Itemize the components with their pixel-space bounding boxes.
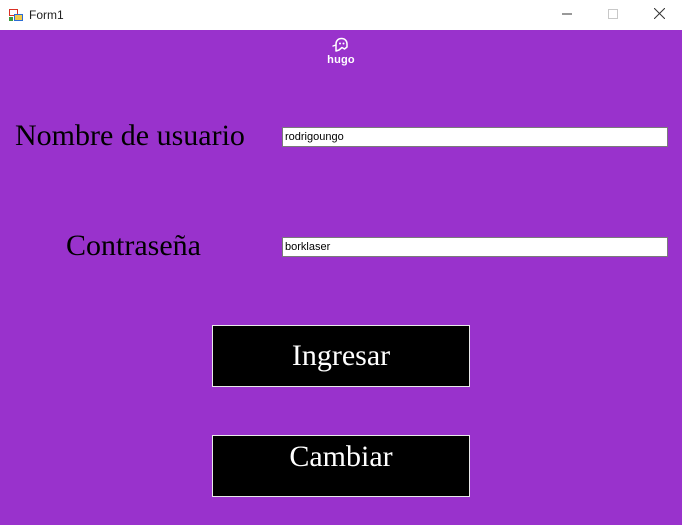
- hugo-logo: hugo: [320, 37, 362, 71]
- maximize-icon: [608, 8, 618, 22]
- ghost-icon: [332, 37, 350, 53]
- app-window: Form1 hugo Nombre de usuario rodrigoungo…: [0, 0, 682, 525]
- app-icon[interactable]: [8, 7, 24, 23]
- ingresar-button[interactable]: Ingresar: [212, 325, 470, 387]
- username-label: Nombre de usuario: [15, 119, 245, 152]
- close-button[interactable]: [636, 0, 682, 30]
- close-icon: [653, 7, 665, 22]
- username-field[interactable]: [282, 127, 668, 147]
- maximize-button[interactable]: [590, 0, 636, 30]
- title-bar[interactable]: Form1: [0, 0, 682, 30]
- logo-text: hugo: [327, 54, 355, 66]
- cambiar-button[interactable]: Cambiar: [212, 435, 470, 497]
- minimize-icon: [562, 8, 572, 22]
- password-label: Contraseña: [66, 229, 201, 262]
- password-field[interactable]: [282, 237, 668, 257]
- window-title: Form1: [29, 8, 64, 22]
- minimize-button[interactable]: [544, 0, 590, 30]
